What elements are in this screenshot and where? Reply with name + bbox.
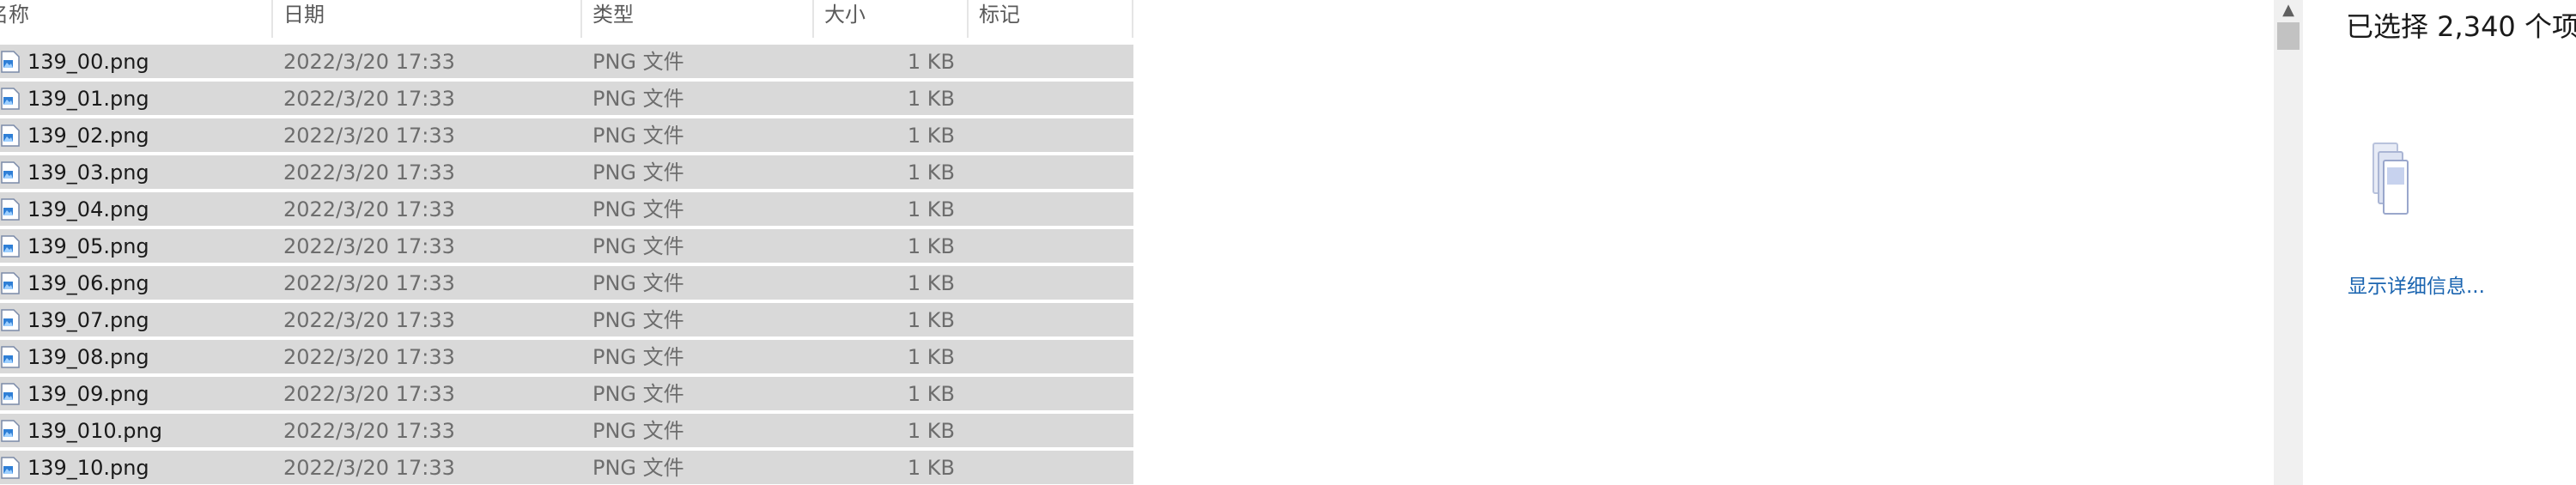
file-type: PNG 文件 [592,456,684,480]
file-size: 1 KB [907,345,955,369]
column-divider[interactable] [580,0,582,38]
vertical-scrollbar[interactable]: ▲ [2274,0,2303,485]
file-date: 2022/3/20 17:33 [283,345,455,369]
file-row[interactable]: 139_03.png 2022/3/20 17:33 PNG 文件 1 KB [0,155,1133,191]
file-row[interactable]: 139_010.png 2022/3/20 17:33 PNG 文件 1 KB [0,414,1133,449]
column-divider[interactable] [1132,0,1133,38]
file-date: 2022/3/20 17:33 [283,456,455,480]
column-header-type[interactable]: 类型 [592,0,634,29]
file-row[interactable]: 139_08.png 2022/3/20 17:33 PNG 文件 1 KB [0,340,1133,375]
file-row[interactable]: 139_01.png 2022/3/20 17:33 PNG 文件 1 KB [0,82,1133,117]
file-size: 1 KB [907,382,955,406]
file-date: 2022/3/20 17:33 [283,308,455,332]
file-date: 2022/3/20 17:33 [283,382,455,406]
file-date: 2022/3/20 17:33 [283,419,455,443]
file-row[interactable]: 139_04.png 2022/3/20 17:33 PNG 文件 1 KB [0,192,1133,227]
file-name: 139_00.png [27,50,149,74]
png-file-icon [1,346,20,368]
file-type: PNG 文件 [592,308,684,332]
file-name: 139_04.png [27,197,149,221]
column-header-name[interactable]: 名称 [0,0,29,29]
png-file-icon [1,383,20,405]
file-date: 2022/3/20 17:33 [283,197,455,221]
file-size: 1 KB [907,197,955,221]
file-date: 2022/3/20 17:33 [283,50,455,74]
column-header-date[interactable]: 日期 [283,0,325,29]
file-name: 139_10.png [27,456,149,480]
png-file-icon [1,124,20,147]
file-name: 139_010.png [27,419,162,443]
file-type: PNG 文件 [592,234,684,258]
details-pane: 已选择 2,340 个项 显示详细信息... [2318,0,2576,485]
file-row[interactable]: 139_10.png 2022/3/20 17:33 PNG 文件 1 KB [0,451,1133,485]
file-date: 2022/3/20 17:33 [283,161,455,185]
png-file-icon [1,309,20,331]
file-name: 139_05.png [27,234,149,258]
file-name: 139_01.png [27,87,149,111]
file-explorer-window: 名称 日期 类型 大小 标记 139_00.png 2022/3/20 17:33… [0,0,2576,485]
file-name: 139_02.png [27,124,149,148]
file-size: 1 KB [907,87,955,111]
png-file-icon [1,161,20,184]
file-size: 1 KB [907,271,955,295]
column-header-tags[interactable]: 标记 [979,0,1020,29]
file-date: 2022/3/20 17:33 [283,87,455,111]
file-name: 139_09.png [27,382,149,406]
file-name: 139_06.png [27,271,149,295]
png-file-icon [1,457,20,479]
png-file-icon [1,51,20,73]
scrollbar-thumb[interactable] [2277,22,2300,50]
stacked-files-icon [2372,142,2409,215]
column-divider[interactable] [967,0,969,38]
file-size: 1 KB [907,456,955,480]
file-type: PNG 文件 [592,382,684,406]
file-type: PNG 文件 [592,161,684,185]
png-file-icon [1,88,20,110]
file-row[interactable]: 139_06.png 2022/3/20 17:33 PNG 文件 1 KB [0,266,1133,301]
png-file-icon [1,272,20,294]
file-size: 1 KB [907,124,955,148]
column-divider[interactable] [812,0,814,38]
file-name: 139_07.png [27,308,149,332]
file-size: 1 KB [907,50,955,74]
file-type: PNG 文件 [592,419,684,443]
png-file-icon [1,420,20,442]
file-row[interactable]: 139_09.png 2022/3/20 17:33 PNG 文件 1 KB [0,377,1133,412]
file-type: PNG 文件 [592,124,684,148]
column-header-bar: 名称 日期 类型 大小 标记 [0,0,1133,43]
file-row[interactable]: 139_00.png 2022/3/20 17:33 PNG 文件 1 KB [0,45,1133,80]
file-type: PNG 文件 [592,197,684,221]
png-file-icon [1,235,20,258]
file-name: 139_03.png [27,161,149,185]
file-row[interactable]: 139_05.png 2022/3/20 17:33 PNG 文件 1 KB [0,229,1133,264]
selection-count: 已选择 2,340 个项 [2346,10,2576,43]
file-date: 2022/3/20 17:33 [283,124,455,148]
file-type: PNG 文件 [592,87,684,111]
file-type: PNG 文件 [592,271,684,295]
file-size: 1 KB [907,419,955,443]
file-size: 1 KB [907,308,955,332]
file-row[interactable]: 139_07.png 2022/3/20 17:33 PNG 文件 1 KB [0,303,1133,338]
column-header-size[interactable]: 大小 [824,0,866,29]
file-row[interactable]: 139_02.png 2022/3/20 17:33 PNG 文件 1 KB [0,118,1133,154]
file-size: 1 KB [907,234,955,258]
file-type: PNG 文件 [592,345,684,369]
png-file-icon [1,198,20,221]
file-type: PNG 文件 [592,50,684,74]
file-size: 1 KB [907,161,955,185]
show-details-link[interactable]: 显示详细信息... [2348,270,2485,299]
file-list-view: 名称 日期 类型 大小 标记 139_00.png 2022/3/20 17:33… [0,0,1133,485]
chevron-up-icon[interactable]: ▲ [2274,0,2303,21]
file-date: 2022/3/20 17:33 [283,271,455,295]
column-divider[interactable] [271,0,273,38]
file-name: 139_08.png [27,345,149,369]
file-date: 2022/3/20 17:33 [283,234,455,258]
